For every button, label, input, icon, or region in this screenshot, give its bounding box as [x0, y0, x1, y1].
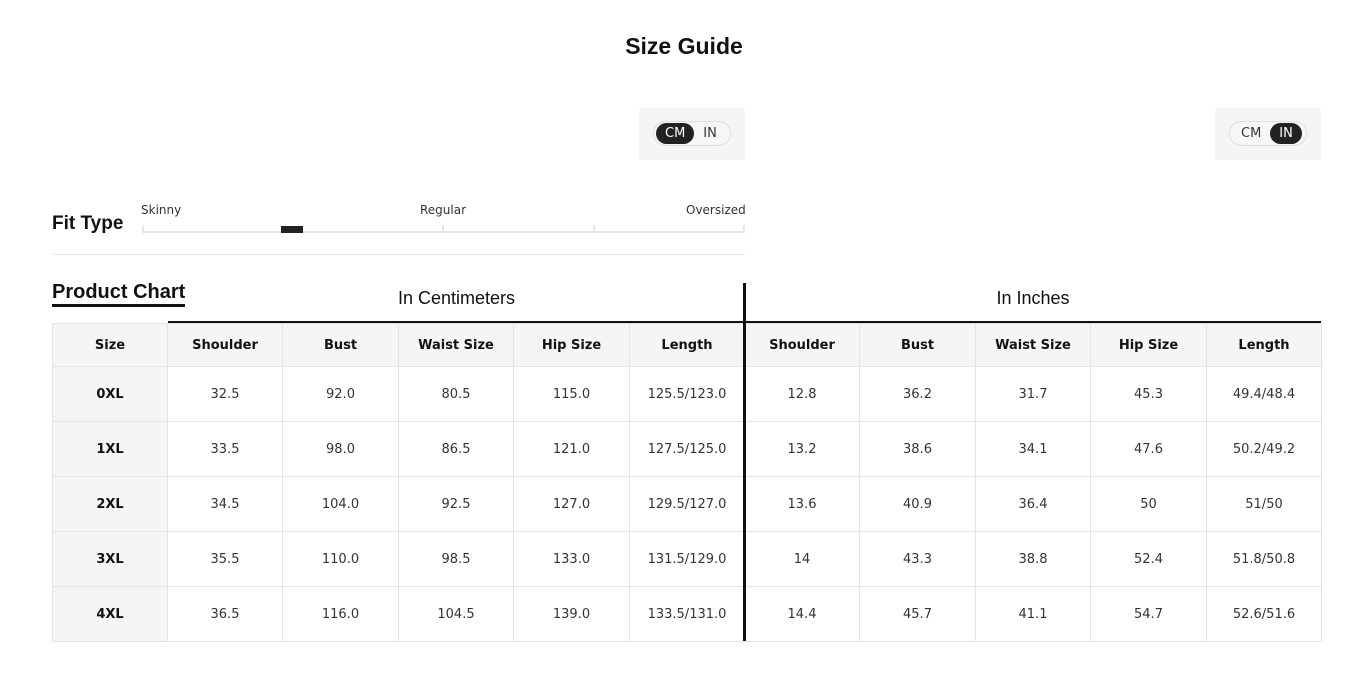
measurement-cell: 50.2/49.2: [1206, 421, 1322, 477]
measurement-cell: 45.7: [859, 586, 976, 642]
fit-scale-skinny: Skinny: [141, 203, 182, 217]
measurement-cell: 41.1: [975, 586, 1091, 642]
measurement-cell: 40.9: [859, 476, 976, 532]
unit-option-cm[interactable]: CM: [1232, 123, 1270, 144]
measurement-cell: 14.4: [744, 586, 860, 642]
header-row: Size Shoulder Bust Waist Size Hip Size L…: [52, 323, 1322, 367]
unit-option-cm[interactable]: CM: [656, 123, 695, 144]
measurement-cell: 36.4: [975, 476, 1091, 532]
measurement-cell: 54.7: [1090, 586, 1207, 642]
measurement-cell: 43.3: [859, 531, 976, 587]
unit-option-in[interactable]: IN: [694, 123, 726, 144]
measurement-cell: 12.8: [744, 366, 860, 422]
header-bust-in: Bust: [859, 323, 976, 367]
measurement-cell: 49.4/48.4: [1206, 366, 1322, 422]
header-size: Size: [52, 323, 168, 367]
measurement-cell: 127.0: [513, 476, 630, 532]
measurement-cell: 121.0: [513, 421, 630, 477]
measurement-cell: 14: [744, 531, 860, 587]
size-cell: 2XL: [52, 476, 168, 532]
table-row: 2XL 34.5 104.0 92.5 127.0 129.5/127.0 13.6 40.9…: [52, 476, 1322, 532]
measurement-cell: 131.5/129.0: [629, 531, 745, 587]
measurement-cell: 38.6: [859, 421, 976, 477]
fit-tick: [142, 225, 144, 233]
header-shoulder-cm: Shoulder: [167, 323, 283, 367]
header-shoulder-in: Shoulder: [744, 323, 860, 367]
measurement-cell: 80.5: [398, 366, 514, 422]
measurement-cell: 52.6/51.6: [1206, 586, 1322, 642]
table-row: 4XL 36.5 116.0 104.5 139.0 133.5/131.0 14.4 45.…: [52, 586, 1322, 642]
measurement-cell: 104.5: [398, 586, 514, 642]
measurement-cell: 115.0: [513, 366, 630, 422]
unit-divider-line: [743, 283, 746, 641]
table-row: 0XL 32.5 92.0 80.5 115.0 125.5/123.0 12.8 36.2 3…: [52, 366, 1322, 422]
measurement-cell: 129.5/127.0: [629, 476, 745, 532]
measurement-cell: 139.0: [513, 586, 630, 642]
measurement-cell: 13.2: [744, 421, 860, 477]
divider: [52, 254, 745, 255]
fit-scale-oversized: Oversized: [686, 203, 746, 217]
unit-option-in[interactable]: IN: [1270, 123, 1302, 144]
measurement-cell: 133.5/131.0: [629, 586, 745, 642]
measurement-cell: 51/50: [1206, 476, 1322, 532]
group-header-cm: In Centimeters: [397, 288, 516, 308]
header-bust-cm: Bust: [282, 323, 399, 367]
measurement-cell: 52.4: [1090, 531, 1207, 587]
size-cell: 1XL: [52, 421, 168, 477]
measurement-cell: 34.1: [975, 421, 1091, 477]
measurement-cell: 92.0: [282, 366, 399, 422]
measurement-cell: 51.8/50.8: [1206, 531, 1322, 587]
fit-type-indicator: [281, 226, 303, 233]
measurement-cell: 31.7: [975, 366, 1091, 422]
measurement-cell: 47.6: [1090, 421, 1207, 477]
group-header-in: In Inches: [996, 288, 1070, 308]
page-title: Size Guide: [625, 33, 743, 59]
measurement-cell: 127.5/125.0: [629, 421, 745, 477]
unit-toggle-panel-left: CM IN: [639, 108, 745, 160]
fit-tick: [442, 225, 444, 233]
measurement-cell: 104.0: [282, 476, 399, 532]
measurement-cell: 125.5/123.0: [629, 366, 745, 422]
measurement-cell: 133.0: [513, 531, 630, 587]
measurement-cell: 86.5: [398, 421, 514, 477]
measurement-cell: 98.0: [282, 421, 399, 477]
table-row: 3XL 35.5 110.0 98.5 133.0 131.5/129.0 14 43.3 38…: [52, 531, 1322, 587]
measurement-cell: 45.3: [1090, 366, 1207, 422]
measurement-cell: 35.5: [167, 531, 283, 587]
header-length-cm: Length: [629, 323, 745, 367]
measurement-cell: 36.2: [859, 366, 976, 422]
fit-tick: [593, 225, 595, 233]
product-chart-title: Product Chart: [52, 280, 186, 307]
unit-toggle-panel-right: CM IN: [1215, 108, 1321, 160]
fit-type-label: Fit Type: [52, 213, 124, 234]
header-waist-in: Waist Size: [975, 323, 1091, 367]
measurement-cell: 110.0: [282, 531, 399, 587]
header-hip-in: Hip Size: [1090, 323, 1207, 367]
measurement-cell: 38.8: [975, 531, 1091, 587]
table-row: 1XL 33.5 98.0 86.5 121.0 127.5/125.0 13.2 38.6 3…: [52, 421, 1322, 477]
measurement-cell: 13.6: [744, 476, 860, 532]
unit-toggle-right[interactable]: CM IN: [1229, 121, 1307, 146]
unit-toggle-left[interactable]: CM IN: [653, 121, 731, 146]
measurement-cell: 36.5: [167, 586, 283, 642]
measurement-cell: 116.0: [282, 586, 399, 642]
size-cell: 4XL: [52, 586, 168, 642]
measurement-cell: 50: [1090, 476, 1207, 532]
size-chart-table: Size Shoulder Bust Waist Size Hip Size L…: [52, 323, 1322, 642]
measurement-cell: 98.5: [398, 531, 514, 587]
measurement-cell: 32.5: [167, 366, 283, 422]
measurement-cell: 34.5: [167, 476, 283, 532]
header-waist-cm: Waist Size: [398, 323, 514, 367]
fit-scale-regular: Regular: [420, 203, 467, 217]
measurement-cell: 92.5: [398, 476, 514, 532]
size-cell: 3XL: [52, 531, 168, 587]
header-hip-cm: Hip Size: [513, 323, 630, 367]
size-cell: 0XL: [52, 366, 168, 422]
measurement-cell: 33.5: [167, 421, 283, 477]
header-length-in: Length: [1206, 323, 1322, 367]
fit-tick: [743, 225, 745, 233]
